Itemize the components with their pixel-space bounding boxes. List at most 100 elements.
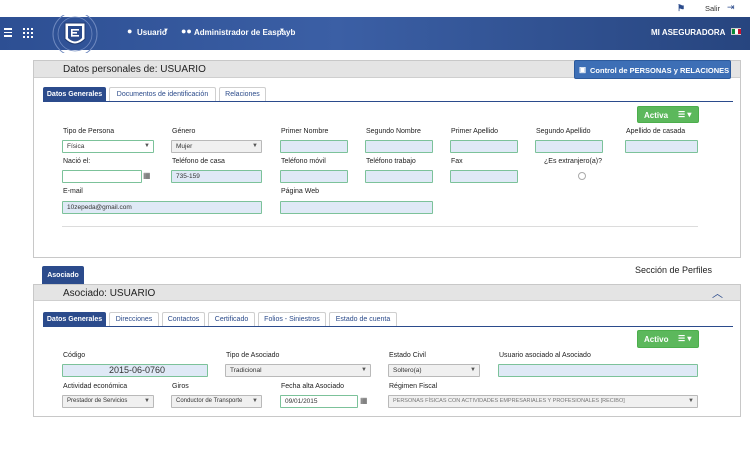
tab-datos-generales[interactable]: Datos Generales [43, 87, 106, 101]
chevron-down-icon: ▼ [688, 398, 694, 404]
giros-select[interactable]: Conductor de Transporte ▼ [171, 395, 262, 408]
tipo-asociado-value: Tradicional [230, 367, 262, 374]
calendar-icon[interactable]: ▦ [143, 171, 151, 180]
chevron-down-icon: ▼ [279, 28, 285, 34]
activa-label: Activa [644, 111, 669, 120]
tel-trabajo-input[interactable] [365, 170, 433, 183]
tel-movil-label: Teléfono móvil [281, 158, 326, 165]
tab-documentos[interactable]: Documentos de identificación [109, 87, 216, 101]
tipo-persona-select[interactable]: Física ▼ [62, 140, 154, 153]
calendar-icon[interactable]: ▦ [360, 396, 368, 405]
list-menu-icon: ☰ ▾ [678, 110, 692, 119]
asociado-panel-title: Asociado: USUARIO [63, 288, 156, 299]
regimen-value: PERSONAS FÍSICAS CON ACTIVIDADES EMPRESA… [393, 398, 625, 404]
fecha-nacimiento-input[interactable] [62, 170, 142, 183]
giros-value: Conductor de Transporte [176, 398, 243, 404]
tab-folios-siniestros[interactable]: Folios - Siniestros [258, 312, 326, 326]
genero-value: Mujer [176, 143, 193, 150]
web-label: Página Web [281, 188, 320, 195]
app-logo [50, 11, 100, 57]
perfiles-label: Sección de Perfiles [635, 265, 713, 275]
web-input[interactable] [280, 201, 433, 214]
chevron-down-icon: ▼ [250, 396, 258, 407]
salir-link[interactable]: Salir [705, 4, 720, 13]
menu-icon[interactable] [4, 28, 12, 38]
primer-apellido-label: Primer Apellido [451, 128, 499, 135]
fecha-alta-input[interactable]: 09/01/2015 [280, 395, 358, 408]
regimen-select[interactable]: PERSONAS FÍSICAS CON ACTIVIDADES EMPRESA… [388, 395, 698, 408]
segundo-nombre-input[interactable] [365, 140, 433, 153]
email-input[interactable]: 10zepeda@gmail.com [62, 201, 262, 214]
tipo-persona-value: Física [67, 143, 85, 150]
notification-icon[interactable]: ⚑ [677, 3, 685, 14]
fax-label: Fax [451, 158, 463, 165]
logout-icon[interactable]: ⇥ [727, 2, 735, 13]
actividad-label: Actividad económica [63, 383, 128, 390]
fecha-alta-label: Fecha alta Asociado [281, 383, 345, 390]
tipo-persona-label: Tipo de Persona [63, 128, 115, 135]
actividad-value: Prestador de Servicios [67, 398, 128, 404]
segundo-apellido-input[interactable] [535, 140, 603, 153]
email-value: 10zepeda@gmail.com [67, 204, 132, 211]
list-menu-icon: ☰ ▾ [678, 334, 692, 343]
mexico-flag-icon [731, 28, 741, 35]
tab-estado-cuenta[interactable]: Estado de cuenta [329, 312, 397, 326]
apellido-casada-input[interactable] [625, 140, 698, 153]
tel-casa-input[interactable]: 735-159 [171, 170, 262, 183]
fax-input[interactable] [450, 170, 518, 183]
divider [62, 226, 698, 227]
estado-civil-value: Soltero(a) [393, 367, 422, 374]
nacio-label: Nació el: [63, 158, 91, 165]
estado-civil-label: Estado Civil [389, 352, 426, 359]
segundo-nombre-label: Segundo Nombre [366, 128, 421, 135]
chevron-down-icon: ▼ [470, 367, 476, 373]
activa-button[interactable]: Activa ☰ ▾ [637, 106, 699, 123]
tab-direcciones[interactable]: Direcciones [109, 312, 159, 326]
tab-asociado-datos-generales[interactable]: Datos Generales [43, 312, 106, 326]
tel-movil-input[interactable] [280, 170, 348, 183]
fecha-alta-value: 09/01/2015 [285, 398, 318, 405]
tab-asociado[interactable]: Asociado [42, 266, 84, 284]
primer-apellido-input[interactable] [450, 140, 518, 153]
email-label: E-mail [63, 188, 83, 195]
tel-casa-label: Teléfono de casa [172, 158, 225, 165]
primer-nombre-label: Primer Nombre [281, 128, 329, 135]
genero-label: Género [172, 128, 196, 135]
chevron-down-icon: ▼ [144, 143, 150, 149]
chevron-down-icon: ▼ [361, 367, 367, 373]
giros-label: Giros [172, 383, 189, 390]
actividad-select[interactable]: Prestador de Servicios ▼ [62, 395, 154, 408]
company-name: MI ASEGURADORA [651, 28, 726, 37]
id-card-icon: ▣ [579, 65, 587, 74]
chevron-down-icon: ▼ [252, 143, 258, 149]
extranjero-label: ¿Es extranjero(a)? [544, 158, 602, 165]
personal-panel-title: Datos personales de: USUARIO [63, 64, 206, 75]
control-personas-button[interactable]: ▣ Control de PERSONAS y RELACIONES [574, 60, 731, 79]
group-icon: ●● [181, 26, 192, 36]
tab-underline [43, 101, 733, 102]
tab-certificado[interactable]: Certificado [208, 312, 255, 326]
tipo-asociado-label: Tipo de Asociado [226, 352, 280, 359]
apellido-casada-label: Apellido de casada [626, 128, 686, 135]
tipo-asociado-select[interactable]: Tradicional ▼ [225, 364, 371, 377]
genero-select[interactable]: Mujer ▼ [171, 140, 262, 153]
tab-relaciones[interactable]: Relaciones [219, 87, 266, 101]
top-utility-bar: ⚑ Salir ⇥ [0, 0, 750, 17]
estado-civil-select[interactable]: Soltero(a) ▼ [388, 364, 480, 377]
collapse-chevron-icon[interactable]: ︿ [712, 285, 723, 301]
primer-nombre-input[interactable] [280, 140, 348, 153]
codigo-input[interactable]: 2015-06-0760 [62, 364, 208, 377]
chevron-down-icon: ▼ [144, 398, 150, 404]
extranjero-radio[interactable] [578, 172, 586, 180]
control-personas-label: Control de PERSONAS y RELACIONES [590, 66, 730, 75]
activo-label: Activo [644, 335, 669, 344]
codigo-value: 2015-06-0760 [108, 365, 166, 375]
activo-button[interactable]: Activo ☰ ▾ [637, 330, 699, 348]
tab-underline [43, 326, 733, 327]
tel-casa-value: 735-159 [176, 173, 200, 180]
apps-grid-icon[interactable] [23, 28, 33, 38]
tab-contactos[interactable]: Contactos [162, 312, 205, 326]
codigo-label: Código [63, 352, 86, 359]
usuario-asociado-input[interactable] [498, 364, 698, 377]
usuario-asociado-label: Usuario asociado al Asociado [499, 352, 591, 359]
